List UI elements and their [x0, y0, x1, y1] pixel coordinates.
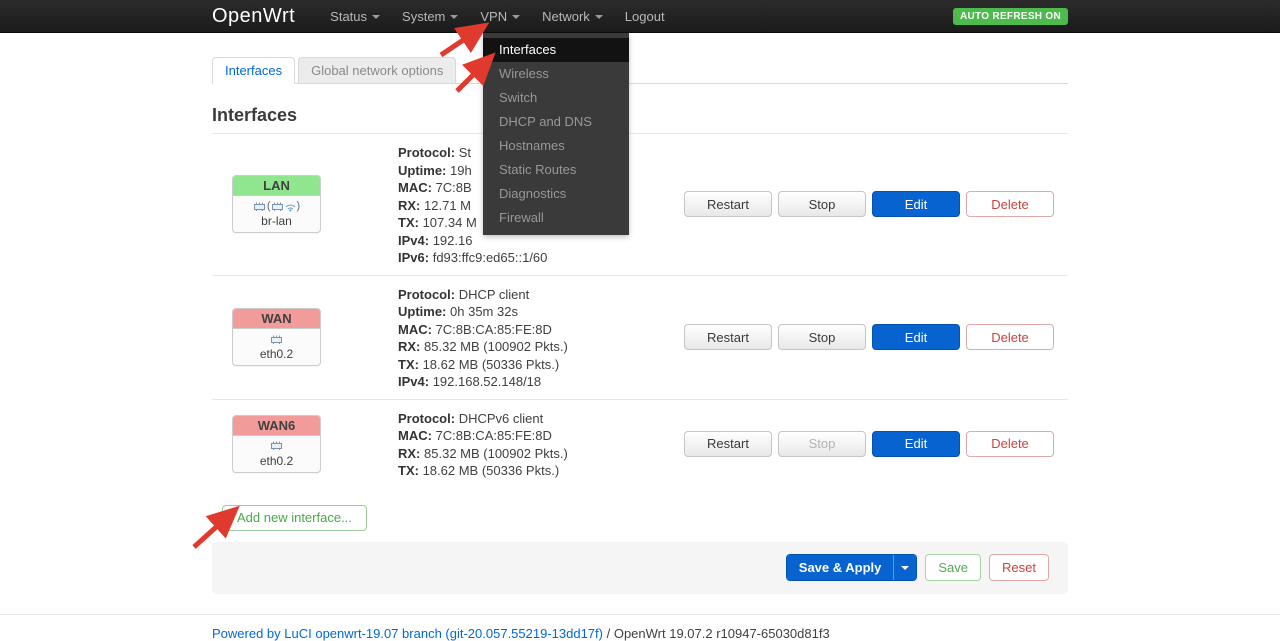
- interface-box-wan6: WAN6 eth0.2: [232, 415, 321, 473]
- ethernet-icon: [270, 440, 283, 451]
- interface-details: Protocol: DHCP client Uptime: 0h 35m 32s…: [398, 284, 684, 391]
- nav-item-status[interactable]: Status: [319, 0, 391, 33]
- menu-item-wireless[interactable]: Wireless: [483, 62, 629, 86]
- wifi-icon: [284, 201, 297, 212]
- delete-button[interactable]: Delete: [966, 324, 1054, 350]
- openwrt-version-text: / OpenWrt 19.07.2 r10947-65030d81f3: [607, 626, 830, 641]
- device-name: br-lan: [235, 214, 318, 228]
- chevron-down-icon: [512, 15, 520, 19]
- chevron-down-icon: [595, 15, 603, 19]
- luci-branch-link[interactable]: Powered by LuCI openwrt-19.07 branch (gi…: [212, 626, 603, 641]
- openwrt-logo[interactable]: OpenWrt: [212, 5, 295, 28]
- ethernet-icon: [253, 201, 266, 212]
- menu-item-diagnostics[interactable]: Diagnostics: [483, 182, 629, 206]
- nav-menu: Status System VPN Network Logout: [319, 0, 675, 33]
- menu-item-hostnames[interactable]: Hostnames: [483, 134, 629, 158]
- network-dropdown-menu: Interfaces Wireless Switch DHCP and DNS …: [483, 33, 629, 235]
- delete-button[interactable]: Delete: [966, 191, 1054, 217]
- device-name: eth0.2: [235, 347, 318, 361]
- save-button[interactable]: Save: [925, 554, 981, 581]
- reset-button[interactable]: Reset: [989, 554, 1049, 581]
- page-tabs: Interfaces Global network options: [212, 57, 1068, 84]
- restart-button[interactable]: Restart: [684, 324, 772, 350]
- stop-button[interactable]: Stop: [778, 324, 866, 350]
- menu-item-dhcp-dns[interactable]: DHCP and DNS: [483, 110, 629, 134]
- chevron-down-icon: [901, 566, 909, 570]
- stop-button[interactable]: Stop: [778, 431, 866, 457]
- nav-item-vpn[interactable]: VPN: [469, 0, 531, 33]
- interface-name-badge: LAN: [233, 176, 320, 196]
- interface-row-wan: WAN eth0.2 Protocol: DHCP client Uptime:…: [212, 276, 1068, 400]
- save-apply-dropdown-toggle[interactable]: [893, 555, 916, 580]
- ethernet-icon: [270, 334, 283, 345]
- menu-item-interfaces[interactable]: Interfaces: [483, 38, 629, 62]
- restart-button[interactable]: Restart: [684, 191, 772, 217]
- ethernet-icon: [271, 201, 284, 212]
- page-title: Interfaces: [212, 105, 1068, 126]
- tab-interfaces[interactable]: Interfaces: [212, 57, 295, 84]
- edit-button[interactable]: Edit: [872, 191, 960, 217]
- chevron-down-icon: [450, 15, 458, 19]
- interface-box-wan: WAN eth0.2: [232, 308, 321, 366]
- bridge-group: [267, 200, 300, 212]
- interface-name-badge: WAN6: [233, 416, 320, 436]
- page-actions-bar: Save & Apply Save Reset: [212, 542, 1068, 594]
- device-name: eth0.2: [235, 454, 318, 468]
- interface-details: Protocol: DHCPv6 client MAC: 7C:8B:CA:85…: [398, 408, 684, 480]
- tab-global-network-options[interactable]: Global network options: [298, 57, 456, 84]
- interface-box-lan: LAN br-lan: [232, 175, 321, 233]
- save-apply-button[interactable]: Save & Apply: [787, 555, 894, 580]
- auto-refresh-badge[interactable]: AUTO REFRESH ON: [953, 8, 1068, 25]
- interface-row-wan6: WAN6 eth0.2 Protocol: DHCPv6 client MAC:…: [212, 400, 1068, 488]
- delete-button[interactable]: Delete: [966, 431, 1054, 457]
- chevron-down-icon: [372, 15, 380, 19]
- nav-item-system[interactable]: System: [391, 0, 469, 33]
- footer: Powered by LuCI openwrt-19.07 branch (gi…: [212, 615, 1068, 641]
- interface-row-lan: LAN br-lan Protocol: St Uptime: 19h MAC:…: [212, 134, 1068, 276]
- stop-button[interactable]: Stop: [778, 191, 866, 217]
- menu-item-static-routes[interactable]: Static Routes: [483, 158, 629, 182]
- nav-item-logout[interactable]: Logout: [614, 0, 676, 33]
- interface-name-badge: WAN: [233, 309, 320, 329]
- nav-item-network[interactable]: Network: [531, 0, 614, 33]
- restart-button[interactable]: Restart: [684, 431, 772, 457]
- menu-item-firewall[interactable]: Firewall: [483, 206, 629, 230]
- edit-button[interactable]: Edit: [872, 324, 960, 350]
- add-new-interface-button[interactable]: Add new interface...: [222, 505, 367, 531]
- edit-button[interactable]: Edit: [872, 431, 960, 457]
- top-navbar: OpenWrt Status System VPN Network Logout…: [0, 0, 1280, 33]
- menu-item-switch[interactable]: Switch: [483, 86, 629, 110]
- save-apply-split-button: Save & Apply: [786, 554, 918, 581]
